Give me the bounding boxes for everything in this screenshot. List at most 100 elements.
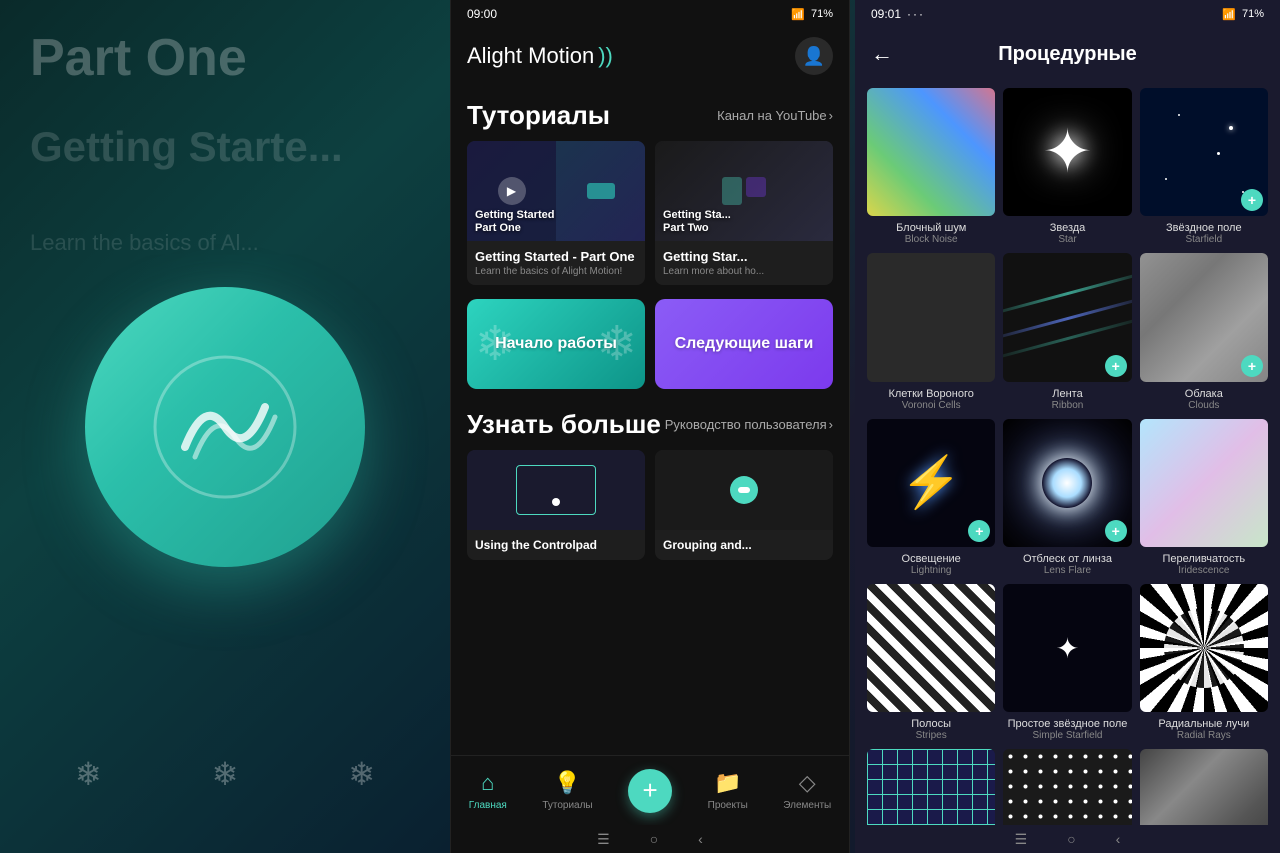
back-button[interactable]: ← [871,41,893,67]
tutorial-info-2: Getting Star... Learn more about ho... [655,241,833,285]
effect-cell-10[interactable]: ✦Простое звёздное полеSimple Starfield [1003,584,1131,741]
wave-icon: )) [598,43,613,69]
learn-thumb-1 [467,450,645,530]
effect-cell-2[interactable]: +Звёздное полеStarfield [1140,88,1268,245]
tutorials-icon: 💡 [554,770,581,796]
status-signal-icon: 📶 [791,8,805,21]
effect-thumb-6: ⚡+ [867,419,995,547]
effect-cell-7[interactable]: +Отблеск от линзаLens Flare [1003,419,1131,576]
effect-cell-5[interactable]: + ОблакаClouds [1140,253,1268,410]
tutorial-desc-2: Learn more about ho... [663,266,825,277]
effect-thumb-8 [1140,419,1268,547]
add-badge-4[interactable]: + [1105,355,1127,377]
effect-name-ru-4: Лента [1052,388,1082,400]
sys-menu-icon[interactable]: ☰ [597,831,610,848]
add-badge-7[interactable]: + [1105,520,1127,542]
effect-name-en-11: Radial Rays [1177,730,1231,741]
nav-elements-label: Элементы [783,800,831,811]
nav-home-label: Главная [469,800,507,811]
tutorial-name-1: Getting Started - Part One [475,249,637,264]
effect-name-en-6: Lightning [911,565,952,576]
nav-home[interactable]: ⌂ Главная [469,770,507,811]
effects-grid-scroll[interactable]: Блочный шумBlock NoiseЗвездаStar +Звёздн… [855,80,1280,825]
battery-2: 71% [1242,8,1264,20]
effect-cell-11[interactable]: Радиальные лучиRadial Rays [1140,584,1268,741]
effects-grid: Блочный шумBlock NoiseЗвездаStar +Звёздн… [867,88,1268,825]
effect-cell-3[interactable]: Клетки ВороногоVoronoi Cells [867,253,995,410]
status-icons-1: 📶 71% [791,8,833,21]
status-battery: 71% [811,8,833,20]
nav-projects[interactable]: 📁 Проекты [708,770,748,811]
effect-name-en-8: Iridescence [1178,565,1229,576]
add-badge-5[interactable]: + [1241,355,1263,377]
learn-card-1[interactable]: Using the Controlpad [467,450,645,560]
logo-area: Part One Getting Starte... Learn the bas… [0,0,450,853]
effect-name-ru-5: Облака [1185,388,1223,400]
sys-home-icon-2[interactable]: ○ [1067,831,1075,847]
nav-tutorials-label: Туториалы [542,800,592,811]
effect-name-ru-0: Блочный шум [896,222,966,234]
effect-cell-1[interactable]: ЗвездаStar [1003,88,1131,245]
thumb-label-2: Getting Sta... Part Two [663,209,731,235]
effect-cell-14[interactable]: +ТурбулентностьTurbulence [1140,749,1268,825]
sys-menu-icon-2[interactable]: ☰ [1015,831,1028,848]
effect-cell-12[interactable]: СеткаGrid [867,749,995,825]
effect-name-en-9: Stripes [916,730,947,741]
effect-name-ru-8: Переливчатость [1162,553,1245,565]
tutorial-card-1[interactable]: ▶ Getting Started Part One Getting Start… [467,141,645,285]
profile-button[interactable]: 👤 [795,37,833,75]
learn-name-2: Grouping and... [663,538,825,552]
effect-cell-0[interactable]: Блочный шумBlock Noise [867,88,995,245]
learn-card-2[interactable]: Grouping and... [655,450,833,560]
effect-cell-9[interactable]: ПолосыStripes [867,584,995,741]
status-time-2: 09:01 [871,7,901,21]
effect-name-en-5: Clouds [1188,400,1219,411]
effect-name-ru-6: Освещение [902,553,961,565]
effect-cell-8[interactable]: ПереливчатостьIridescence [1140,419,1268,576]
bg-text-mid: Getting Starte... [30,120,343,175]
effect-thumb-3 [867,253,995,381]
learn-info-1: Using the Controlpad [467,530,645,560]
add-icon: + [643,775,658,806]
sys-home-icon[interactable]: ○ [650,831,658,847]
effect-thumb-1 [1003,88,1131,216]
effect-cell-4[interactable]: + ЛентаRibbon [1003,253,1131,410]
sys-back-icon-2[interactable]: ‹ [1116,831,1121,847]
nav-projects-label: Проекты [708,800,748,811]
chevron-right-icon: › [829,108,833,123]
projects-icon: 📁 [714,770,741,796]
effect-name-en-4: Ribbon [1052,400,1084,411]
nav-add-button[interactable]: + [628,769,672,813]
bg-text-bottom: Learn the basics of Al... [30,230,259,256]
effect-thumb-4: + [1003,253,1131,381]
nav-elements[interactable]: ◇ Элементы [783,770,831,811]
sys-back-icon[interactable]: ‹ [698,831,703,847]
phone1-screen: 09:00 📶 71% Alight Motion )) 👤 Туториалы… [450,0,850,853]
tutorial-desc-1: Learn the basics of Alight Motion! [475,266,637,277]
effect-name-en-3: Voronoi Cells [902,400,961,411]
effect-cell-6[interactable]: ⚡+ ОсвещениеLightning [867,419,995,576]
status-bar-2: 09:01 ··· 📶 71% [855,0,1280,28]
main-scroll[interactable]: Туториалы Канал на YouTube › ▶ [451,84,849,755]
effect-name-ru-3: Клетки Вороного [888,388,973,400]
nav-tutorials[interactable]: 💡 Туториалы [542,770,592,811]
cta-card-next[interactable]: Следующие шаги [655,299,833,389]
tutorial-card-2[interactable]: Getting Sta... Part Two Getting Star... … [655,141,833,285]
learn-name-1: Using the Controlpad [475,538,637,552]
system-bar-2: ☰ ○ ‹ [855,825,1280,853]
learn-info-2: Grouping and... [655,530,833,560]
effect-name-ru-9: Полосы [911,718,951,730]
cta-label-2: Следующие шаги [675,335,814,353]
effect-name-en-2: Starfield [1185,234,1222,245]
cta-label-1: Начало работы [495,335,617,353]
effect-thumb-12 [867,749,995,825]
user-guide-link[interactable]: Руководство пользователя › [665,417,833,432]
effect-cell-13[interactable]: ТочкиDots [1003,749,1131,825]
effect-thumb-7: + [1003,419,1131,547]
effect-thumb-2: + [1140,88,1268,216]
tutorials-title: Туториалы [467,100,610,131]
youtube-link[interactable]: Канал на YouTube › [717,108,833,123]
learn-header: Узнать больше Руководство пользователя › [451,403,849,450]
cta-card-start[interactable]: ❄ Начало работы ❄ [467,299,645,389]
tutorial-name-2: Getting Star... [663,249,825,264]
